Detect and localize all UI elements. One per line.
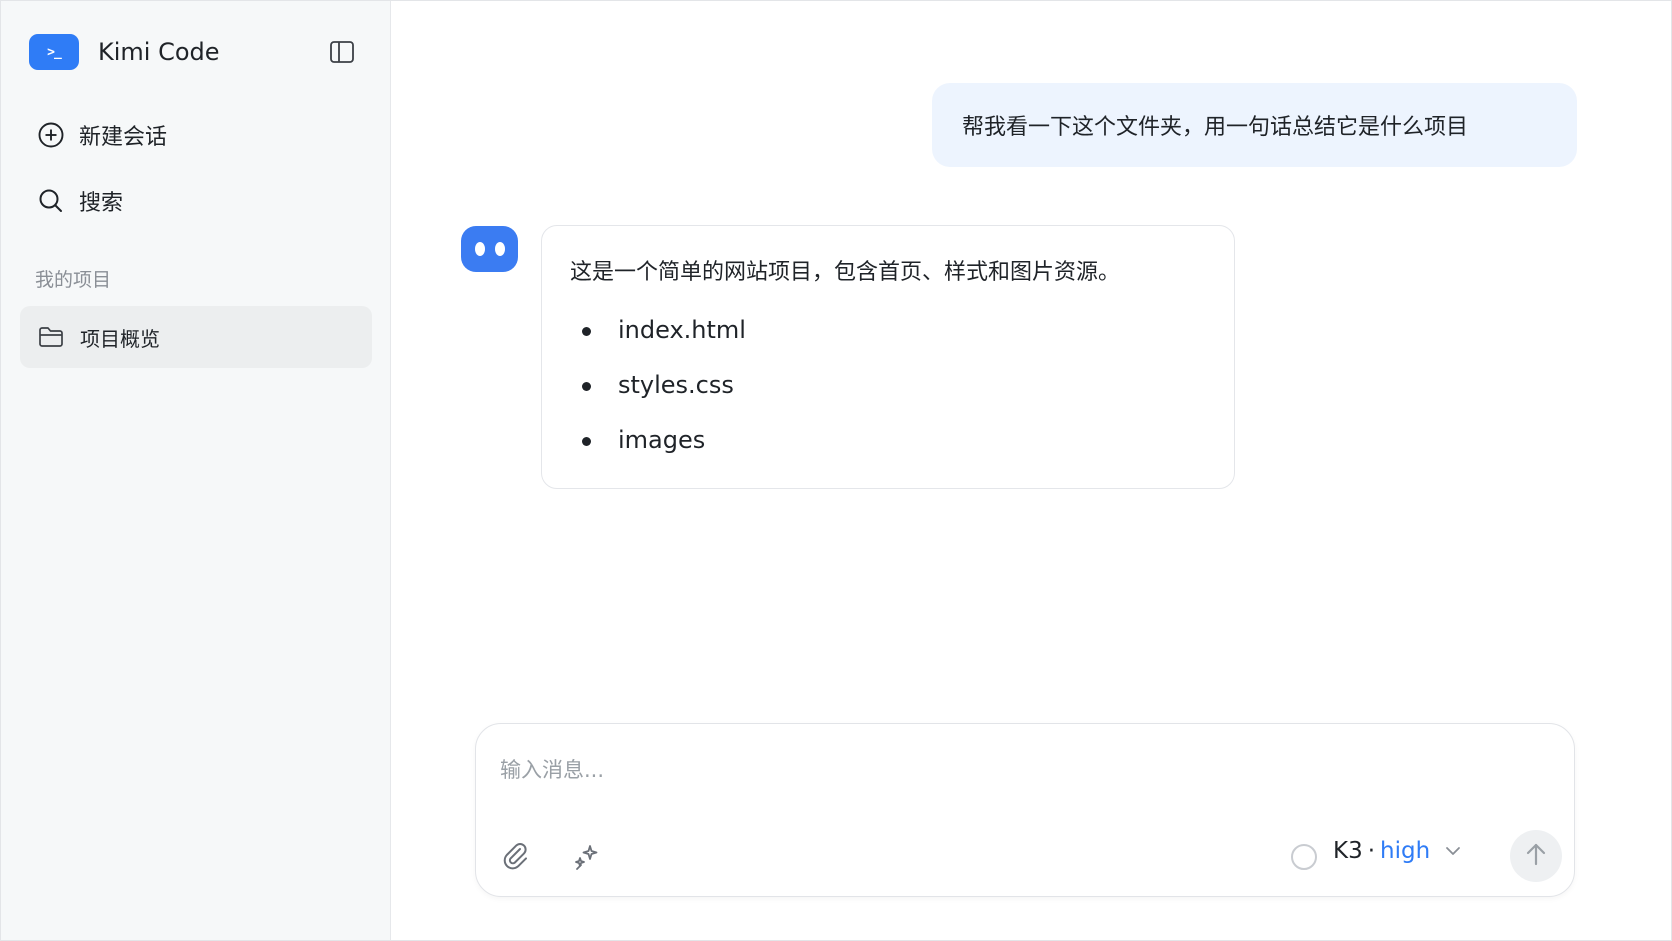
list-item: index.html xyxy=(570,312,1234,367)
project-item-overview[interactable]: 项目概览 xyxy=(20,306,372,368)
paperclip-icon[interactable] xyxy=(500,840,530,872)
app-name: Kimi Code xyxy=(98,38,220,66)
message-composer: K3 · high xyxy=(475,723,1575,897)
project-item-label: 项目概览 xyxy=(80,326,160,351)
app-window: >_ Kimi Code 新建会话 搜索 我的项目 项目概览 帮我看一下这个文件… xyxy=(0,0,1672,941)
list-item: images xyxy=(570,422,1234,477)
projects-section-title: 我的项目 xyxy=(35,269,112,291)
folder-icon xyxy=(38,325,64,349)
model-selector[interactable]: K3 · high xyxy=(1333,838,1462,864)
chat-main: 帮我看一下这个文件夹，用一句话总结它是什么项目 这是一个简单的网站项目，包含首页… xyxy=(391,1,1671,940)
assistant-avatar-icon xyxy=(461,226,518,272)
circle-icon[interactable] xyxy=(1291,844,1317,870)
search-button[interactable]: 搜索 xyxy=(37,185,123,217)
new-chat-button[interactable]: 新建会话 xyxy=(37,119,167,151)
chevron-down-icon xyxy=(1444,842,1462,860)
plus-circle-icon xyxy=(37,121,65,149)
search-label: 搜索 xyxy=(79,191,124,216)
arrow-up-icon xyxy=(1524,841,1548,871)
list-item-text: index.html xyxy=(618,316,746,344)
terminal-logo-icon: >_ xyxy=(29,34,79,70)
new-chat-label: 新建会话 xyxy=(79,125,168,150)
assistant-text: 这是一个简单的网站项目，包含首页、样式和图片资源。 xyxy=(570,260,1121,285)
model-separator: · xyxy=(1367,838,1376,864)
user-message: 帮我看一下这个文件夹，用一句话总结它是什么项目 xyxy=(932,83,1577,167)
model-effort-level: high xyxy=(1380,838,1431,864)
avatar-eye xyxy=(494,242,505,256)
message-input[interactable] xyxy=(500,750,1400,790)
send-button[interactable] xyxy=(1510,830,1562,882)
sidebar: >_ Kimi Code 新建会话 搜索 我的项目 项目概览 xyxy=(1,1,391,940)
sidebar-toggle-icon[interactable] xyxy=(329,40,355,64)
list-item-text: images xyxy=(618,426,706,454)
list-item: styles.css xyxy=(570,367,1234,422)
list-item-text: styles.css xyxy=(618,371,734,399)
brand[interactable]: >_ Kimi Code xyxy=(29,34,220,70)
assistant-message: 这是一个简单的网站项目，包含首页、样式和图片资源。 index.html sty… xyxy=(541,225,1235,489)
avatar-eye xyxy=(474,242,485,256)
model-name: K3 xyxy=(1333,838,1363,864)
sparkle-icon[interactable] xyxy=(572,842,602,872)
assistant-file-list: index.html styles.css images xyxy=(570,312,1234,477)
search-icon xyxy=(37,187,65,215)
